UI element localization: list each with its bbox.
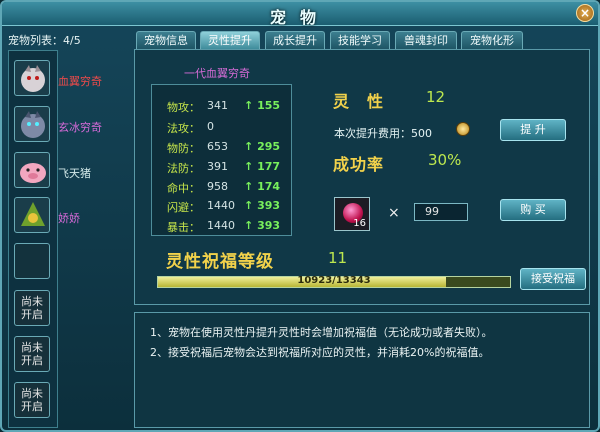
- tab-pet-transform[interactable]: 宠物化形: [461, 31, 523, 49]
- stat-increase-value: 393: [257, 219, 281, 232]
- locked-slot-2: 尚未 开启: [14, 336, 50, 372]
- stat-increase-value: 174: [257, 180, 281, 193]
- up-arrow-icon: ↑: [244, 140, 254, 153]
- empty-pet-slot[interactable]: [14, 243, 50, 279]
- stat-increase: ↑ 174: [244, 180, 280, 193]
- stat-row: 命中： 958 ↑ 174: [167, 180, 280, 196]
- tab-soul-seal[interactable]: 兽魂封印: [395, 31, 457, 49]
- up-arrow-icon: ↑: [244, 160, 254, 173]
- locked-slot-3: 尚未 开启: [14, 382, 50, 418]
- title-bar[interactable]: 宠物 ×: [2, 2, 598, 27]
- stat-label: 法防：: [167, 162, 200, 175]
- stat-row: 闪避： 1440 ↑ 393: [167, 199, 280, 215]
- pet-name-1[interactable]: 血翼穷奇: [58, 73, 102, 89]
- accept-blessing-button[interactable]: 接受祝福: [520, 268, 586, 290]
- stat-increase-value: 155: [257, 99, 281, 112]
- pet-name-3[interactable]: 飞天猪: [58, 165, 91, 181]
- pet-slot-3[interactable]: [14, 152, 50, 188]
- spirit-pill-item[interactable]: 16: [334, 197, 370, 231]
- spirit-value: 12: [426, 88, 446, 106]
- up-arrow-icon: ↑: [244, 219, 254, 232]
- stat-label: 法攻：: [167, 122, 200, 135]
- upgrade-button[interactable]: 提 升: [500, 119, 566, 141]
- up-arrow-icon: ↑: [244, 180, 254, 193]
- pet-slot-1[interactable]: [14, 60, 50, 96]
- stat-increase: ↑ 295: [244, 140, 280, 153]
- stat-increase: ↑ 393: [244, 219, 280, 232]
- pet-avatar-icon: [21, 202, 45, 226]
- stat-row: 暴击： 1440 ↑ 393: [167, 219, 280, 235]
- stat-value: 391: [207, 160, 228, 173]
- pet-list-header: 宠物列表：4/5: [8, 34, 81, 47]
- stat-label: 物防：: [167, 142, 200, 155]
- multiply-sign: ×: [388, 205, 400, 221]
- quantity-input[interactable]: 99: [414, 203, 468, 221]
- stat-row: 物攻： 341 ↑ 155: [167, 99, 280, 115]
- locked-slot-1: 尚未 开启: [14, 290, 50, 326]
- up-arrow-icon: ↑: [244, 99, 254, 112]
- stat-value: 1440: [207, 199, 235, 212]
- stat-label: 命中：: [167, 182, 200, 195]
- pet-avatar-icon: [20, 163, 46, 183]
- pet-slot-2[interactable]: [14, 106, 50, 142]
- success-rate-label: 成功率: [333, 155, 385, 174]
- stat-increase: ↑ 155: [244, 99, 280, 112]
- pet-name-2[interactable]: 玄冰穷奇: [58, 119, 102, 135]
- stat-label: 闪避：: [167, 201, 200, 214]
- stat-value: 341: [207, 99, 228, 112]
- stat-increase-value: 177: [257, 160, 281, 173]
- note-1: 1、宠物在使用灵性丹提升灵性时会增加祝福值（无论成功或者失败）。: [150, 326, 493, 339]
- stat-label: 物攻：: [167, 101, 200, 114]
- note-2: 2、接受祝福后宠物会达到祝福所对应的灵性，并消耗20%的祝福值。: [150, 346, 490, 359]
- upgrade-cost: 本次提升费用：500: [334, 127, 432, 140]
- buy-button[interactable]: 购 买: [500, 199, 566, 221]
- stat-value: 958: [207, 180, 228, 193]
- stat-value: 0: [207, 120, 214, 133]
- tab-pet-info[interactable]: 宠物信息: [136, 31, 196, 49]
- pet-title: 一代血翼穷奇: [184, 67, 250, 80]
- stat-increase: ↑ 177: [244, 160, 280, 173]
- window-title: 宠物: [269, 8, 330, 27]
- stat-value: 1440: [207, 219, 235, 232]
- pet-avatar-icon: [21, 65, 45, 92]
- item-count: 16: [353, 218, 366, 229]
- stat-increase-value: 295: [257, 140, 281, 153]
- success-rate-value: 30%: [428, 151, 462, 169]
- blessing-level-label: 灵性祝福等级: [166, 252, 274, 272]
- stat-row: 法攻： 0: [167, 120, 214, 136]
- close-icon[interactable]: ×: [576, 4, 594, 22]
- tab-spirit-upgrade[interactable]: 灵性提升: [200, 31, 260, 49]
- stat-increase: ↑ 393: [244, 199, 280, 212]
- blessing-progress-text: 10923/13343: [297, 275, 371, 286]
- pet-slot-4[interactable]: [14, 197, 50, 233]
- stat-label: 暴击：: [167, 221, 200, 234]
- blessing-progress-bar: 10923/13343: [157, 275, 511, 288]
- stat-increase-value: 393: [257, 199, 281, 212]
- coin-icon: [456, 122, 470, 136]
- pet-name-4[interactable]: 娇娇: [58, 210, 80, 226]
- tab-growth-upgrade[interactable]: 成长提升: [265, 31, 325, 49]
- stat-row: 物防： 653 ↑ 295: [167, 140, 280, 156]
- blessing-level-value: 11: [328, 249, 348, 267]
- stat-row: 法防： 391 ↑ 177: [167, 160, 280, 176]
- stat-value: 653: [207, 140, 228, 153]
- tab-skill-learning[interactable]: 技能学习: [330, 31, 390, 49]
- spirit-label: 灵 性: [333, 92, 385, 111]
- pet-avatar-icon: [21, 111, 45, 138]
- up-arrow-icon: ↑: [244, 199, 254, 212]
